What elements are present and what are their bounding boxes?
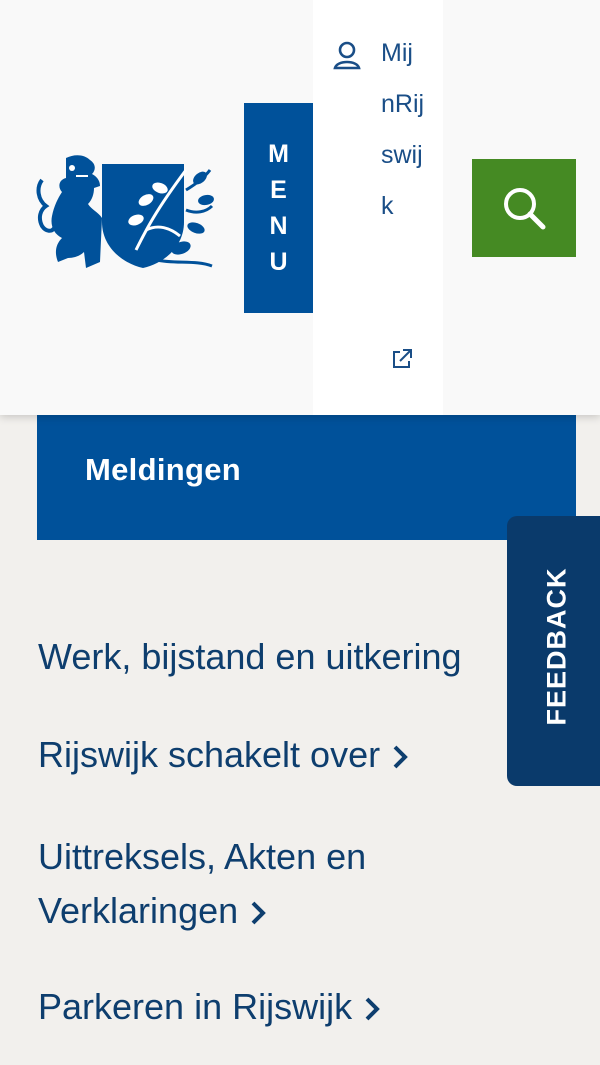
rijswijk-logo[interactable] bbox=[36, 150, 216, 272]
search-icon bbox=[504, 188, 546, 230]
link-uittreksels[interactable]: Uittreksels, Akten en Verklaringen bbox=[38, 830, 366, 938]
menu-letter: E bbox=[270, 176, 287, 204]
link-label: Parkeren in Rijswijk bbox=[38, 986, 353, 1027]
external-link-icon bbox=[393, 349, 412, 368]
feedback-tab[interactable]: FEEDBACK bbox=[507, 516, 600, 786]
mijn-rijswijk-label: MijnRijswijk bbox=[381, 39, 425, 220]
user-icon bbox=[333, 41, 361, 70]
mijn-rijswijk-link[interactable]: MijnRijswijk bbox=[313, 0, 443, 415]
link-label: Rijswijk schakelt over bbox=[38, 734, 381, 775]
link-label-line1: Uittreksels, Akten en bbox=[38, 836, 367, 877]
link-rijswijk-schakelt-over[interactable]: Rijswijk schakelt over bbox=[38, 728, 408, 782]
search-button[interactable] bbox=[472, 159, 576, 257]
chevron-right-icon bbox=[251, 902, 266, 925]
meldingen-label: Meldingen bbox=[85, 452, 241, 487]
menu-letter: U bbox=[269, 248, 288, 276]
chevron-right-icon bbox=[393, 746, 408, 769]
link-parkeren[interactable]: Parkeren in Rijswijk bbox=[38, 980, 380, 1034]
menu-button[interactable]: M E N U bbox=[244, 103, 313, 313]
chevron-right-icon bbox=[365, 998, 380, 1021]
feedback-label: FEEDBACK bbox=[541, 567, 572, 726]
site-header: M E N U MijnRijswijk bbox=[0, 0, 600, 415]
meldingen-tile[interactable]: Meldingen bbox=[37, 400, 576, 540]
menu-letter: N bbox=[269, 212, 288, 240]
link-werk-bijstand[interactable]: Werk, bijstand en uitkering bbox=[38, 630, 462, 684]
link-label: Werk, bijstand en uitkering bbox=[38, 636, 462, 677]
link-label-line2: Verklaringen bbox=[38, 890, 239, 931]
menu-letter: M bbox=[268, 140, 289, 168]
